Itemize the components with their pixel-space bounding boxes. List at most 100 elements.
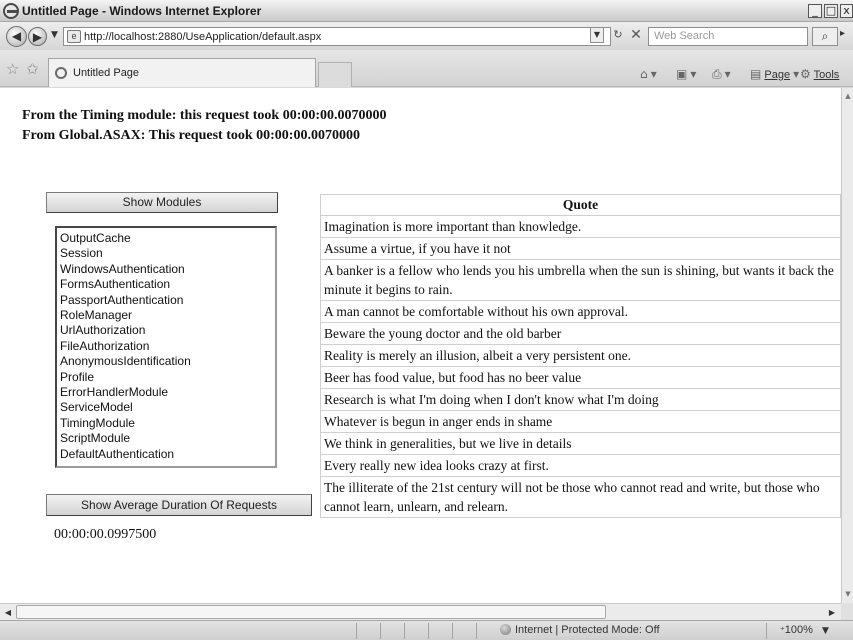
module-list-item[interactable]: UrlAuthorization <box>60 323 275 338</box>
status-bar: Internet | Protected Mode: Off ⁺100% ▼ <box>0 620 853 640</box>
search-input[interactable]: Web Search <box>648 27 808 46</box>
page-menu-label: Page <box>764 69 791 81</box>
search-options-arrow[interactable]: ▸ <box>840 28 845 39</box>
print-icon: ⎙ <box>712 67 722 81</box>
internet-globe-icon <box>500 624 511 635</box>
status-divider <box>428 623 429 639</box>
tools-menu[interactable]: ⚙ Tools <box>800 67 839 81</box>
recent-pages-dropdown[interactable]: ▼ <box>51 30 58 40</box>
feeds-button[interactable]: ▣ ▾ <box>676 67 696 81</box>
table-row: Every really new idea looks crazy at fir… <box>320 454 841 477</box>
new-tab-button[interactable] <box>318 62 352 87</box>
status-divider <box>766 623 767 639</box>
quote-cell: Imagination is more important than knowl… <box>320 215 841 238</box>
vertical-scrollbar[interactable]: ▲ ▼ <box>841 88 853 603</box>
quote-cell: Beware the young doctor and the old barb… <box>320 322 841 345</box>
back-button[interactable]: ◀ <box>6 26 27 47</box>
minimize-button[interactable]: _ <box>808 4 822 18</box>
show-modules-button[interactable]: Show Modules <box>46 192 278 213</box>
quote-cell: Whatever is begun in anger ends in shame <box>320 410 841 433</box>
search-button[interactable]: ⌕ <box>812 27 838 46</box>
global-asax-text: From Global.ASAX: This request took 00:0… <box>22 128 360 143</box>
table-row: Whatever is begun in anger ends in shame <box>320 410 841 433</box>
home-button[interactable]: ⌂ ▾ <box>640 67 657 81</box>
table-row: A banker is a fellow who lends you his u… <box>320 259 841 301</box>
module-list-item[interactable]: Profile <box>60 370 275 385</box>
table-row: Reality is merely an illusion, albeit a … <box>320 344 841 367</box>
tab-untitled-page[interactable]: Untitled Page <box>48 58 316 87</box>
quote-cell: Reality is merely an illusion, albeit a … <box>320 344 841 367</box>
window-title: Untitled Page - Windows Internet Explore… <box>22 4 262 18</box>
security-zone-label: Internet | Protected Mode: Off <box>515 624 660 636</box>
module-list-item[interactable]: FormsAuthentication <box>60 277 275 292</box>
status-divider <box>452 623 453 639</box>
module-list-item[interactable]: Session <box>60 246 275 261</box>
modules-listbox[interactable]: OutputCache Session WindowsAuthentication F… <box>55 226 277 468</box>
module-list-item[interactable]: ErrorHandlerModule <box>60 385 275 400</box>
module-list-item[interactable]: FileAuthorization <box>60 339 275 354</box>
back-arrow-icon: ◀ <box>11 29 22 43</box>
zoom-level: 100% <box>784 624 813 636</box>
stop-button[interactable]: ✕ <box>628 27 644 43</box>
scrollbar-corner <box>841 603 853 620</box>
zoom-control[interactable]: ⁺100% ▼ <box>780 624 829 636</box>
status-divider <box>380 623 381 639</box>
table-row: We think in generalities, but we live in… <box>320 432 841 455</box>
tools-menu-label: Tools <box>813 69 840 81</box>
quote-cell: Every really new idea looks crazy at fir… <box>320 454 841 477</box>
status-divider <box>356 623 357 639</box>
refresh-icon: ↻ <box>613 28 623 41</box>
show-average-duration-button[interactable]: Show Average Duration Of Requests <box>46 494 312 516</box>
add-favorites-icon[interactable]: ✩ <box>26 60 39 78</box>
table-row: A man cannot be comfortable without his … <box>320 300 841 323</box>
maximize-button[interactable]: □ <box>824 4 838 18</box>
refresh-button[interactable]: ↻ <box>610 27 626 43</box>
quote-cell: Assume a virtue, if you have it not <box>320 237 841 260</box>
module-list-item[interactable]: ScriptModule <box>60 431 275 446</box>
scroll-up-arrow-icon[interactable]: ▲ <box>843 90 853 102</box>
page-menu[interactable]: ▤ Page ▾ <box>750 67 799 81</box>
tab-label: Untitled Page <box>73 67 140 79</box>
module-list-item[interactable]: OutputCache <box>60 231 275 246</box>
search-icon: ⌕ <box>821 29 829 43</box>
scroll-down-arrow-icon[interactable]: ▼ <box>843 588 853 600</box>
table-row: Beware the young doctor and the old barb… <box>320 322 841 345</box>
module-list-item[interactable]: TimingModule <box>60 416 275 431</box>
close-button[interactable]: x <box>840 4 853 18</box>
scroll-left-arrow-icon[interactable]: ◀ <box>2 607 14 619</box>
module-list-item[interactable]: RoleManager <box>60 308 275 323</box>
module-list-item[interactable]: PassportAuthentication <box>60 293 275 308</box>
address-dropdown-button[interactable]: ▼ <box>590 27 604 43</box>
tools-gear-icon: ⚙ <box>800 67 811 81</box>
module-list-item[interactable]: AnonymousIdentification <box>60 354 275 369</box>
quotes-table: Quote Imagination is more important than… <box>320 194 841 518</box>
ie-logo-icon <box>3 3 19 19</box>
quote-column-header: Quote <box>320 194 841 216</box>
module-list-item[interactable]: DefaultAuthentication <box>60 447 275 462</box>
address-url[interactable]: http://localhost:2880/UseApplication/def… <box>84 31 321 43</box>
page-icon <box>55 67 67 79</box>
forward-button[interactable]: ▶ <box>28 27 47 46</box>
quote-cell: We think in generalities, but we live in… <box>320 432 841 455</box>
print-button[interactable]: ⎙ ▾ <box>712 67 731 82</box>
module-list-item[interactable]: ServiceModel <box>60 400 275 415</box>
status-divider <box>476 623 477 639</box>
table-row: Imagination is more important than knowl… <box>320 215 841 238</box>
quote-cell: Research is what I'm doing when I don't … <box>320 388 841 411</box>
favorites-star-icon[interactable]: ☆ <box>6 60 19 78</box>
module-list-item[interactable]: WindowsAuthentication <box>60 262 275 277</box>
title-bar: Untitled Page - Windows Internet Explore… <box>0 0 853 22</box>
address-bar[interactable]: e http://localhost:2880/UseApplication/d… <box>63 27 611 46</box>
scroll-right-arrow-icon[interactable]: ▶ <box>826 607 838 619</box>
page-menu-icon: ▤ <box>750 67 762 81</box>
horizontal-scrollbar[interactable]: ◀ ▶ <box>0 603 841 620</box>
feeds-icon: ▣ <box>676 67 688 81</box>
timing-module-text: From the Timing module: this request too… <box>22 108 387 123</box>
page-icon: e <box>67 30 81 43</box>
horizontal-scroll-thumb[interactable] <box>16 605 606 619</box>
security-zone[interactable]: Internet | Protected Mode: Off <box>500 624 660 636</box>
table-row: Beer has food value, but food has no bee… <box>320 366 841 389</box>
average-duration-value: 00:00:00.0997500 <box>54 527 157 542</box>
home-icon: ⌂ <box>640 67 648 81</box>
forward-arrow-icon: ▶ <box>32 30 43 44</box>
